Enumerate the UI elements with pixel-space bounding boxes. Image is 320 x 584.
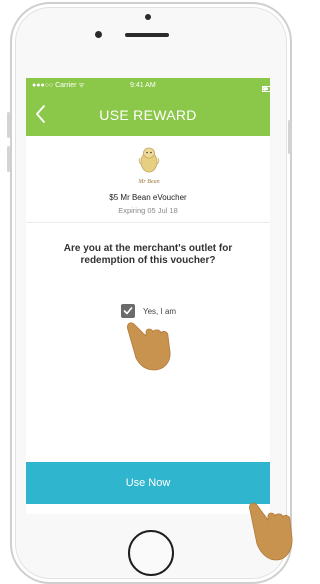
pointing-hand-icon [249, 502, 293, 561]
clock: 9:41 AM [130, 82, 156, 89]
front-camera [145, 14, 151, 20]
voucher-expiry: Expiring 05 Jul 18 [118, 206, 178, 215]
volume-button [7, 146, 10, 172]
app-screen: ●●●○○ Carrier ᯤ 9:41 AM ✱ 42% USE REWARD… [26, 78, 270, 514]
redemption-question: Are you at the merchant's outlet for red… [63, 243, 233, 266]
power-button [288, 120, 291, 154]
home-button[interactable] [128, 530, 174, 576]
use-now-button[interactable]: Use Now [26, 462, 270, 504]
voucher-card: Mr Bean $5 Mr Bean eVoucher Expiring 05 … [26, 136, 270, 223]
battery-icon [262, 86, 270, 92]
page-title: USE REWARD [99, 107, 197, 123]
earpiece-speaker [125, 33, 169, 37]
logo-wordmark: Mr Bean [137, 179, 159, 185]
voucher-name: $5 Mr Bean eVoucher [109, 193, 187, 202]
proximity-sensor [95, 31, 102, 38]
nav-bar: USE REWARD [26, 94, 270, 136]
carrier-label: ●●●○○ Carrier ᯤ [32, 82, 85, 89]
volume-button [7, 112, 10, 138]
pointing-hand-icon [127, 322, 171, 371]
mr-bean-logo: Mr Bean [131, 144, 167, 186]
status-bar: ●●●○○ Carrier ᯤ 9:41 AM ✱ 42% [26, 78, 270, 101]
